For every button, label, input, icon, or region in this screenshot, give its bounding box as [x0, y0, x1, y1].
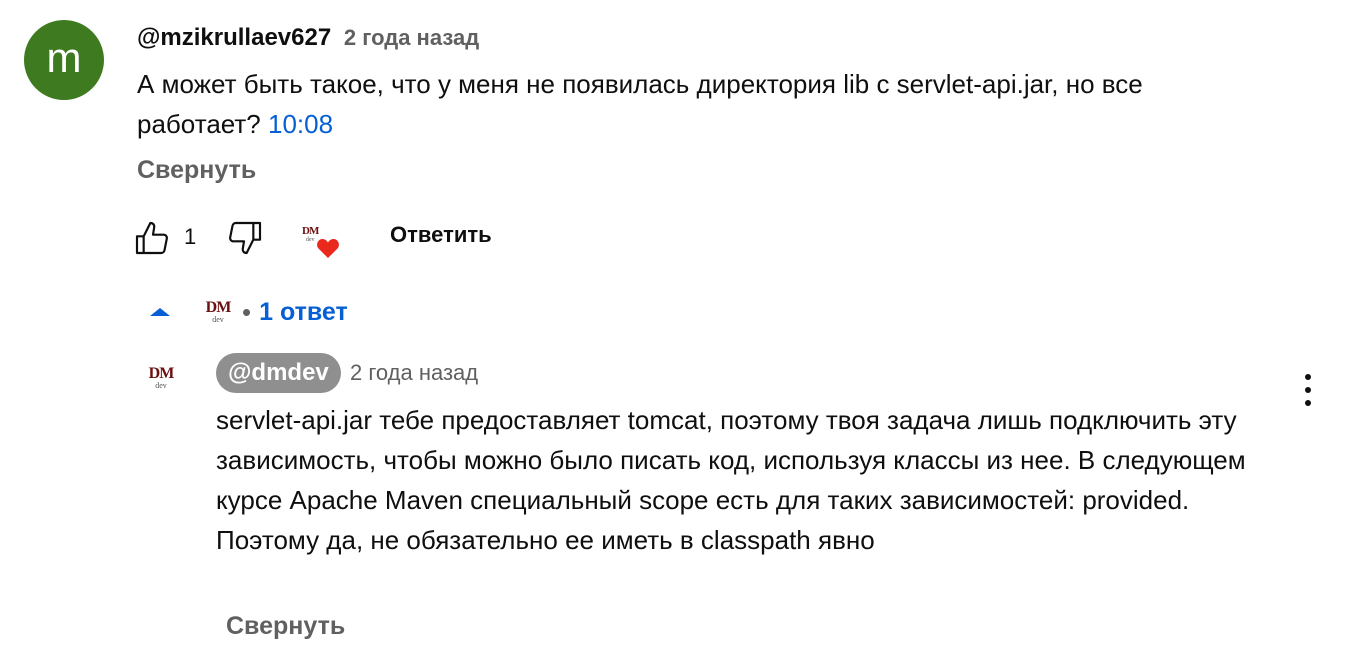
comment-time[interactable]: 2 года назад: [344, 25, 479, 50]
separator-dot: •: [242, 296, 252, 327]
reply-author-thumbnail: DM dev: [198, 300, 238, 324]
reply-time[interactable]: 2 года назад: [350, 360, 478, 386]
reply-text-paragraph-1: servlet-api.jar тебе предоставляет tomca…: [216, 405, 1246, 515]
logo-sub: dev: [212, 315, 224, 324]
logo-main: DM: [205, 299, 232, 316]
logo-main: DM: [148, 365, 175, 382]
caret-up-icon: [150, 308, 170, 316]
collapse-button[interactable]: Свернуть: [137, 156, 256, 185]
reply-avatar[interactable]: DM dev: [140, 366, 182, 390]
reply-text: servlet-api.jar тебе предоставляет tomca…: [216, 400, 1286, 560]
replies-count-label: 1 ответ: [259, 297, 348, 326]
more-options-button[interactable]: [1294, 374, 1322, 414]
thumbs-down-icon: [229, 221, 262, 255]
avatar[interactable]: m: [24, 20, 104, 100]
comment-author[interactable]: @mzikrullaev627: [137, 24, 331, 51]
timestamp-link[interactable]: 10:08: [268, 109, 333, 139]
logo-sub: dev: [155, 381, 167, 390]
thumbs-up-icon: [135, 221, 168, 255]
reply-collapse-button[interactable]: Свернуть: [226, 612, 345, 641]
comment-text: А может быть такое, что у меня не появил…: [137, 64, 1247, 144]
creator-heart-icon: [317, 239, 339, 258]
like-button[interactable]: [132, 218, 172, 258]
creator-heart[interactable]: DM dev: [300, 226, 342, 262]
more-vert-icon: [1294, 374, 1322, 406]
reply-text-paragraph-2: Поэтому да, не обязательно ее иметь в cl…: [216, 525, 875, 555]
like-count: 1: [184, 224, 197, 249]
reply-author-chip[interactable]: @dmdev: [216, 353, 341, 393]
dislike-button[interactable]: [225, 218, 265, 258]
reply-button[interactable]: Ответить: [390, 222, 492, 248]
replies-toggle[interactable]: DM dev • 1 ответ: [148, 296, 348, 328]
comment-header: @mzikrullaev627 2 года назад: [137, 24, 479, 52]
logo-main: DM: [302, 225, 319, 237]
